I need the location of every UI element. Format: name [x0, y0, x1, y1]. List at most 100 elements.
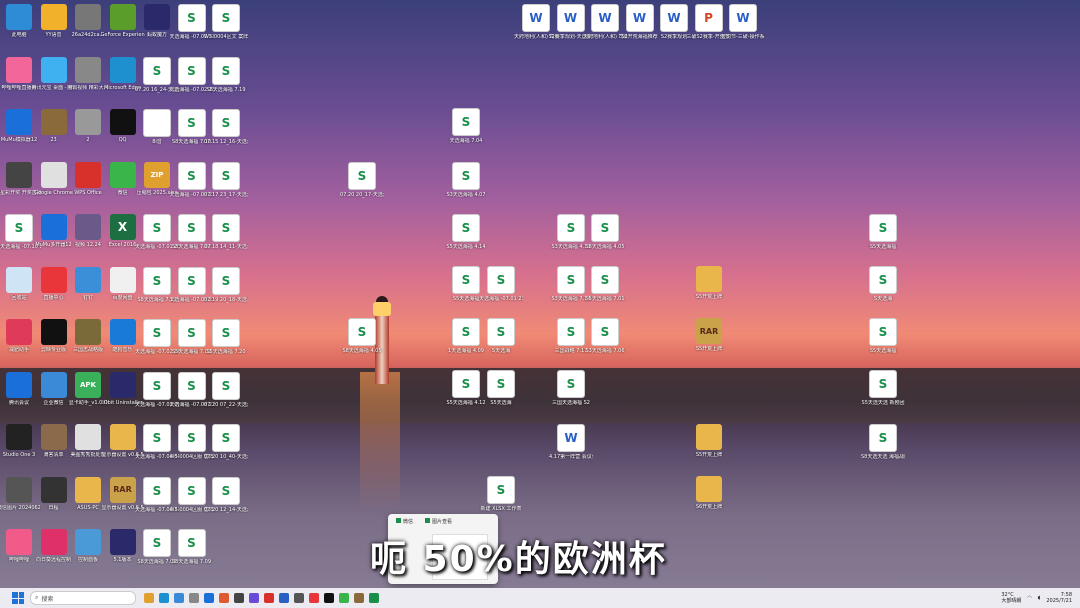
desktop-icon[interactable]: 5.1版本 — [106, 529, 140, 563]
desktop-icon[interactable]: S 07.15 12_16-天选海福 — [204, 109, 248, 145]
taskbar-app-icon[interactable] — [279, 593, 289, 603]
search-box[interactable]: ⌕ 搜索 — [30, 591, 136, 605]
app-icon — [75, 319, 101, 345]
folder-icon — [696, 266, 722, 292]
desktop-icon[interactable]: S S8天选海福 4.05 — [585, 214, 625, 250]
desktop-icon[interactable]: S 07.18 14_11-天选海福 — [204, 214, 248, 250]
desktop-icon[interactable]: IObit Uninstaller — [102, 371, 143, 406]
desktop-icon[interactable]: S S8天选天选 海福战队 — [861, 424, 905, 460]
desktop-icon[interactable]: 蚂蚁魔方 — [140, 4, 174, 38]
desktop-icon[interactable]: S S3天选海福 4.07 — [446, 162, 486, 198]
desktop-icon-label: 07.20 20_17-天选海福 — [340, 192, 384, 198]
desktop-icon[interactable]: S S5天选海福 7.20 — [206, 319, 246, 355]
app-icon — [6, 4, 32, 30]
desktop-icon-label: 07.20 10_40-天选海福 — [204, 454, 248, 460]
taskbar-app-icon[interactable] — [174, 593, 184, 603]
desktop-icon[interactable]: S S8天选海福 4.05 — [342, 318, 382, 354]
spreadsheet-icon: S — [487, 318, 515, 346]
spreadsheet-icon: S — [177, 109, 206, 137]
desktop-icon[interactable]: QQ — [106, 109, 140, 143]
desktop-icon[interactable]: S S5天选海福 — [866, 214, 900, 250]
popup-tab-wechat[interactable]: 微信 — [396, 518, 413, 525]
clock[interactable]: 7:58 2025/7/21 — [1046, 592, 1072, 604]
taskbar-app-icon[interactable] — [144, 593, 154, 603]
desktop-icon-label: 07.19 20_18-天选海福 — [204, 296, 248, 303]
desktop-icon[interactable]: S 天选海福 7.04 — [449, 108, 483, 144]
desktop-icon[interactable]: S S5天选海福 7.01 — [585, 266, 625, 302]
weather-widget[interactable]: 32°C 大部晴朗 — [1001, 592, 1021, 604]
desktop-icon[interactable]: Microsoft Edge — [104, 56, 141, 91]
desktop-icon[interactable]: S 1天选海福 4.09 — [448, 318, 484, 354]
spreadsheet-icon: S — [869, 266, 897, 294]
desktop-icon[interactable]: W 显影节-三破-操作系统(1) — [721, 4, 765, 40]
desktop-icon[interactable]: S 新建 XLSX 工作表 — [481, 476, 522, 512]
desktop-icon[interactable]: S S3天选海福 7.06 — [585, 318, 625, 354]
desktop-icon-label: S5天选海福 — [869, 244, 897, 250]
desktop-icon[interactable]: S 天选海福 -07.01 23_... — [479, 266, 523, 302]
desktop-icon[interactable]: S07.20 07_22-天选海福 — [204, 371, 248, 408]
desktop-icon[interactable]: S S5天选天选 新剧团 — [862, 370, 904, 406]
desktop-icon[interactable]: S S8天选海福 7.09 — [172, 529, 211, 565]
desktop-icon[interactable]: S W5-0004区文 案阵营内排行 — [204, 4, 248, 40]
desktop-icon[interactable]: 酷狗音乐 — [106, 319, 140, 353]
desktop-icon[interactable]: S S天选海 — [484, 318, 518, 354]
taskbar-app-icon[interactable] — [324, 593, 334, 603]
taskbar-app-icon[interactable] — [339, 593, 349, 603]
desktop-icon[interactable]: S S5天选海 — [484, 370, 518, 406]
wifi-icon[interactable]: ◠ — [1027, 595, 1031, 601]
desktop-icon[interactable]: X Excel 2016 — [106, 214, 140, 248]
taskbar: ⌕ 搜索 32°C 大部晴朗 ◠ ◖ 7:58 2025/7/21 — [0, 588, 1080, 608]
spreadsheet-icon: S — [869, 424, 897, 452]
taskbar-app-icon[interactable] — [204, 593, 214, 603]
desktop-icon[interactable]: RAR S5开荒上牌 — [692, 318, 726, 352]
desktop-icon[interactable]: 百度网盘 — [106, 266, 140, 301]
app-icon — [40, 371, 67, 398]
taskbar-app-icon[interactable] — [189, 593, 199, 603]
desktop-icon[interactable]: S5开荒上牌 — [692, 424, 726, 458]
spreadsheet-icon: S — [591, 318, 619, 346]
desktop-icon[interactable]: S S5天选海福 4.12 — [446, 370, 486, 406]
app-icon — [75, 214, 101, 240]
desktop-icon[interactable]: 显示器设置 v0.6.5 — [101, 424, 144, 458]
desktop-icon[interactable]: ZIP 压缩包 2025.xlsx — [137, 161, 177, 196]
desktop-icon[interactable]: S 三国天选海福 S2 — [552, 370, 590, 406]
taskbar-app-icon[interactable] — [159, 593, 169, 603]
spreadsheet-icon: S — [212, 424, 240, 452]
desktop-icon[interactable]: S6开荒上牌 — [692, 476, 726, 510]
desktop-icon[interactable]: S07.20 12_14-天选海福 — [204, 476, 248, 513]
start-button[interactable] — [12, 592, 24, 604]
desktop-icon-label: S5天选海福 7.20 — [206, 349, 246, 355]
search-icon: ⌕ — [35, 594, 39, 601]
spreadsheet-icon: S — [557, 370, 585, 398]
taskbar-app-icon[interactable] — [369, 593, 379, 603]
desktop-icon[interactable]: S S8天选海福 7.19 — [206, 56, 246, 93]
spreadsheet-icon: S — [143, 56, 171, 85]
taskbar-app-icon[interactable] — [294, 593, 304, 603]
desktop-icon[interactable]: S S5天选海福 4.14 — [446, 214, 486, 250]
volume-icon[interactable]: ◖ — [1038, 595, 1041, 601]
spreadsheet-icon: S — [212, 4, 240, 32]
desktop-icon[interactable]: S5开荒上牌 — [692, 266, 726, 300]
archive-icon: RAR — [109, 476, 136, 503]
taskbar-app-icon[interactable] — [264, 593, 274, 603]
desktop-icon-label: S8天选海福 7.09 — [171, 559, 212, 565]
desktop-icon[interactable]: S S天选海 — [866, 266, 900, 302]
desktop-icon[interactable]: S S5天选海福 — [449, 266, 483, 302]
app-icon — [40, 266, 67, 293]
desktop-icon[interactable]: W 4.17第一阵营 会议记录 — [549, 424, 593, 460]
spreadsheet-icon: S — [212, 56, 240, 85]
spreadsheet-icon: S — [348, 162, 376, 190]
desktop-icon[interactable]: S 07.20 10_40-天选海福 — [204, 424, 248, 460]
popup-tab-image-viewer[interactable]: 图片查看 — [425, 518, 452, 525]
desktop-icon[interactable]: S S5天选海福 — [866, 318, 900, 354]
desktop-icon[interactable]: S 07.20 20_17-天选海福 — [340, 162, 384, 198]
app-icon — [6, 424, 32, 450]
taskbar-app-icon[interactable] — [309, 593, 319, 603]
desktop-icon[interactable]: S07.17 23_17-天选海福 — [204, 161, 248, 198]
taskbar-app-icon[interactable] — [249, 593, 259, 603]
desktop-icon[interactable]: RAR 显示器设置 v0.6.5 — [101, 476, 144, 511]
taskbar-app-icon[interactable] — [219, 593, 229, 603]
desktop-icon[interactable]: S07.19 20_18-天选海福 — [204, 266, 248, 303]
taskbar-app-icon[interactable] — [234, 593, 244, 603]
taskbar-app-icon[interactable] — [354, 593, 364, 603]
